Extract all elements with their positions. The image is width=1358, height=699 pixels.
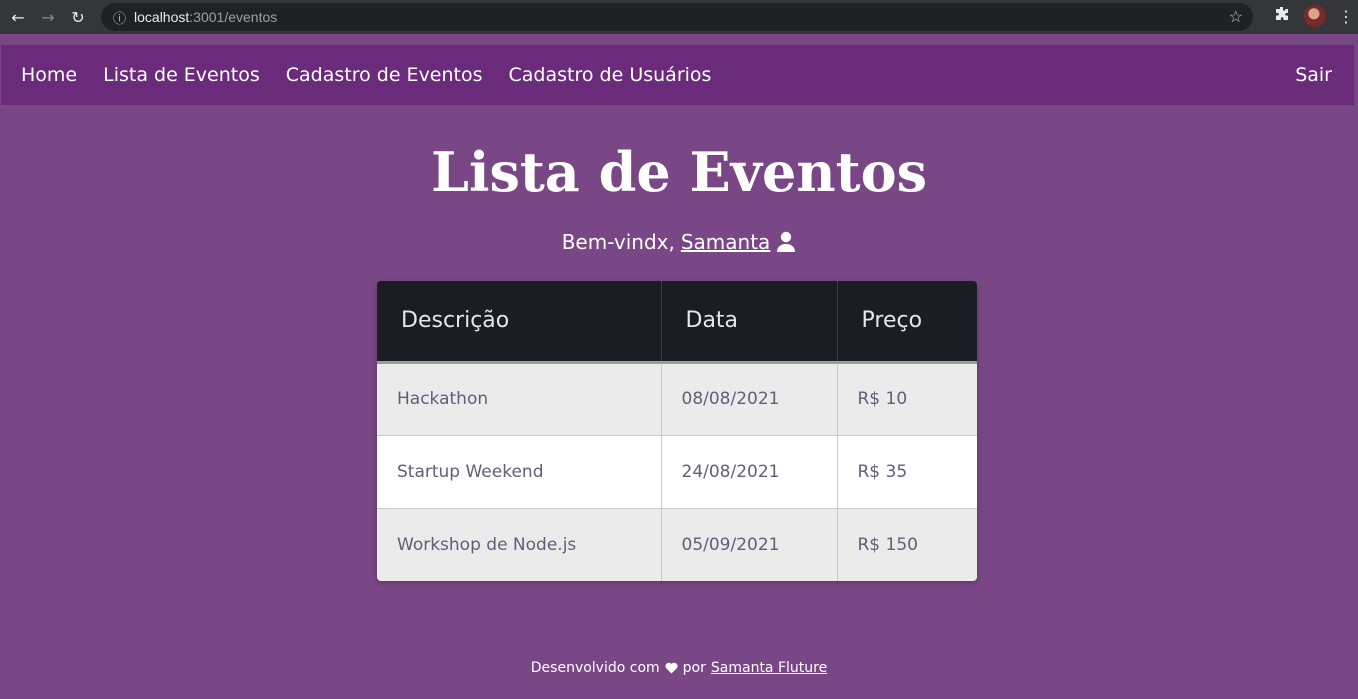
table-row: Workshop de Node.js 05/09/2021 R$ 150 [377, 508, 977, 581]
cell-data: 24/08/2021 [661, 435, 838, 509]
address-bar[interactable]: ⓘ localhost:3001/eventos ☆ [101, 3, 1253, 31]
welcome-line: Bem-vindx, Samanta [0, 230, 1358, 254]
table-row: Startup Weekend 24/08/2021 R$ 35 [377, 435, 977, 509]
header-data: Data [661, 281, 838, 364]
table-header-row: Descrição Data Preço [377, 281, 977, 364]
bookmark-star-icon[interactable]: ☆ [1229, 7, 1243, 27]
cell-descricao: Startup Weekend [377, 435, 662, 509]
cell-data: 08/08/2021 [661, 362, 838, 436]
nav-cadastro-eventos[interactable]: Cadastro de Eventos [286, 64, 483, 86]
cell-preco: R$ 10 [837, 362, 977, 436]
user-icon [776, 231, 796, 253]
header-descricao: Descrição [377, 281, 662, 364]
footer: Desenvolvido com por Samanta Fluture [0, 660, 1358, 676]
cell-descricao: Workshop de Node.js [377, 508, 662, 581]
header-preco: Preço [837, 281, 977, 364]
cell-descricao: Hackathon [377, 362, 662, 436]
url-path: :3001/eventos [189, 9, 278, 25]
heart-icon [665, 662, 678, 674]
page-title: Lista de Eventos [430, 140, 928, 204]
user-profile-link[interactable]: Samanta [681, 230, 770, 254]
cell-preco: R$ 150 [837, 508, 977, 581]
back-icon[interactable]: ← [6, 5, 30, 29]
table-row: Hackathon 08/08/2021 R$ 10 [377, 362, 977, 436]
cell-preco: R$ 35 [837, 435, 977, 509]
reload-icon[interactable]: ↻ [66, 5, 90, 29]
url-host: localhost [134, 9, 190, 25]
nav-lista-eventos[interactable]: Lista de Eventos [103, 64, 260, 86]
welcome-prefix: Bem-vindx, [561, 230, 675, 254]
events-table: Descrição Data Preço Hackathon 08/08/202… [377, 281, 977, 581]
logout-link[interactable]: Sair [1295, 64, 1332, 86]
menu-kebab-icon[interactable]: ⋮ [1338, 7, 1354, 26]
footer-prefix: Desenvolvido com [530, 660, 660, 676]
main-navbar: Home Lista de Eventos Cadastro de Evento… [1, 45, 1354, 105]
profile-avatar[interactable] [1304, 5, 1326, 27]
extensions-puzzle-icon[interactable] [1272, 6, 1292, 26]
footer-middle: por [682, 660, 706, 676]
author-link[interactable]: Samanta Fluture [711, 660, 827, 676]
forward-icon[interactable]: → [36, 5, 60, 29]
info-icon[interactable]: ⓘ [113, 8, 126, 27]
browser-toolbar: ← → ↻ ⓘ localhost:3001/eventos ☆ ⋮ [0, 0, 1358, 34]
nav-cadastro-usuarios[interactable]: Cadastro de Usuários [509, 64, 712, 86]
cell-data: 05/09/2021 [661, 508, 838, 581]
nav-home[interactable]: Home [21, 64, 77, 86]
